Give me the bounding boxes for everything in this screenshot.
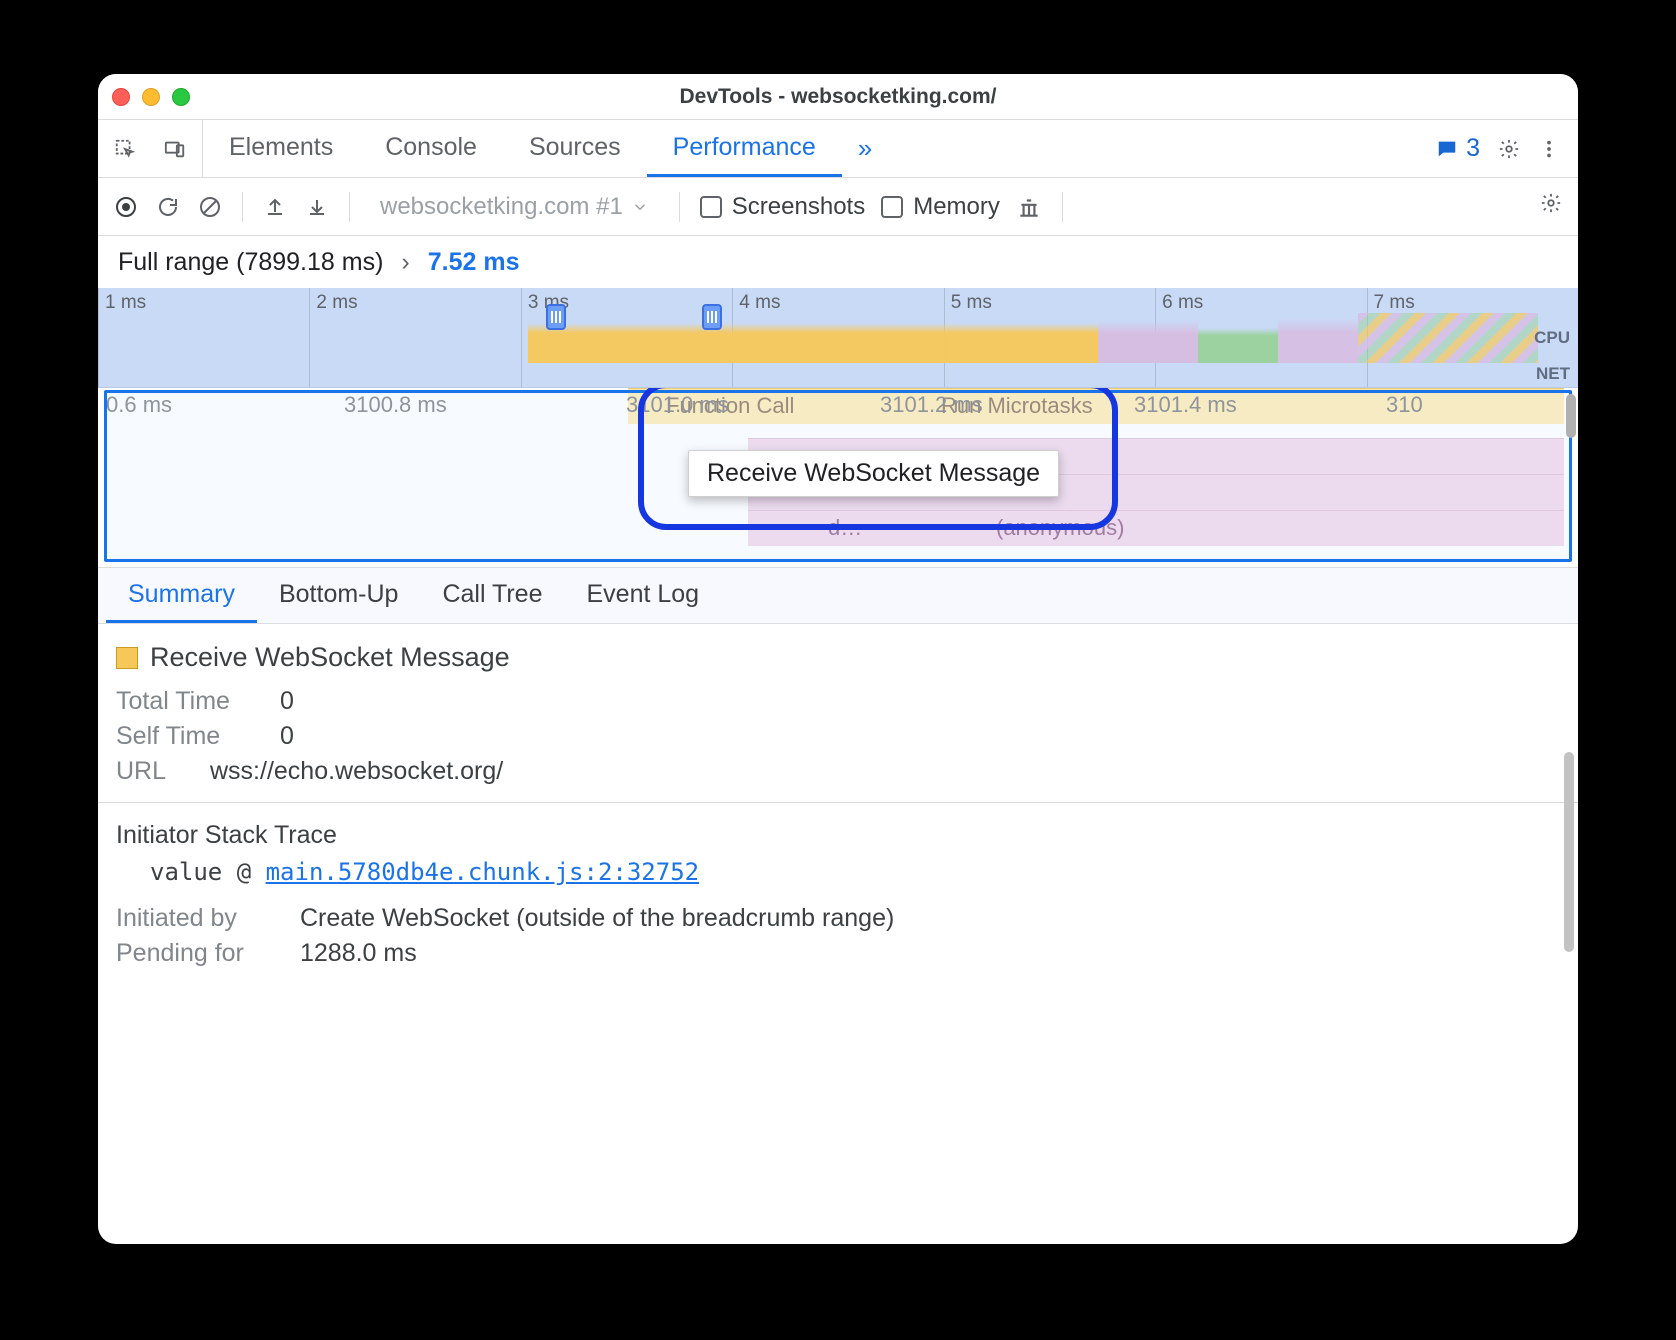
details-tab-eventlog[interactable]: Event Log <box>565 568 722 623</box>
capture-settings-icon[interactable] <box>1540 192 1562 214</box>
settings-icon[interactable] <box>1498 138 1520 160</box>
tab-sources[interactable]: Sources <box>503 120 647 177</box>
checkbox-box <box>700 196 722 218</box>
self-time-label: Self Time <box>116 722 256 751</box>
stack-fn: value <box>150 858 222 886</box>
scrollbar-thumb[interactable] <box>1566 394 1576 438</box>
checkbox-box <box>881 196 903 218</box>
summary-scrollbar[interactable] <box>1562 746 1576 1232</box>
scrollbar-thumb[interactable] <box>1564 752 1574 952</box>
ruler-tick: 3101.2 ms <box>880 392 983 418</box>
summary-event-name: Receive WebSocket Message <box>150 642 510 673</box>
summary-event-title: Receive WebSocket Message <box>116 642 1560 673</box>
inspect-element-icon[interactable] <box>114 138 136 160</box>
flame-event-d: d… <box>820 511 870 545</box>
overview-handle-right[interactable] <box>702 304 722 330</box>
overview-handle-left[interactable] <box>546 304 566 330</box>
pending-for-label: Pending for <box>116 939 276 968</box>
color-swatch-icon <box>116 647 138 669</box>
stack-trace-title: Initiator Stack Trace <box>116 821 1560 850</box>
kebab-menu-icon[interactable] <box>1538 138 1560 160</box>
ruler-tick: 3101.4 ms <box>1134 392 1237 418</box>
window-title: DevTools - websocketking.com/ <box>98 85 1578 109</box>
overview-tick: 2 ms <box>309 288 520 387</box>
clear-icon[interactable] <box>198 195 222 219</box>
record-button-icon[interactable] <box>114 195 138 219</box>
range-breadcrumb[interactable]: Full range (7899.18 ms) › 7.52 ms <box>98 236 1578 288</box>
recording-selector-label: websocketking.com #1 <box>380 193 623 221</box>
overview-tick: 1 ms <box>98 288 309 387</box>
details-tab-bottomup[interactable]: Bottom-Up <box>257 568 420 623</box>
overview-cpu-label: CPU <box>1534 328 1570 348</box>
initiated-by-value: Create WebSocket (outside of the breadcr… <box>300 904 894 933</box>
performance-toolbar: websocketking.com #1 Screenshots Memory <box>98 178 1578 236</box>
flame-chart[interactable]: Function Call Run Microtasks d… (anonymo… <box>98 388 1578 568</box>
details-tabs: Summary Bottom-Up Call Tree Event Log <box>98 568 1578 624</box>
memory-label: Memory <box>913 193 1000 221</box>
flame-scrollbar[interactable] <box>1564 394 1578 561</box>
url-value: wss://echo.websocket.org/ <box>210 757 503 786</box>
flame-tooltip-text: Receive WebSocket Message <box>707 459 1040 487</box>
overview-net-label: NET <box>1536 364 1570 384</box>
more-tabs-button[interactable]: » <box>842 120 888 177</box>
panel-tabstrip: Elements Console Sources Performance » 3 <box>98 120 1578 178</box>
stack-at: @ <box>237 858 251 886</box>
memory-checkbox[interactable]: Memory <box>881 193 1000 221</box>
flame-event-anon: (anonymous) <box>988 511 1132 545</box>
total-time-label: Total Time <box>116 687 256 716</box>
title-bar: DevTools - websocketking.com/ <box>98 74 1578 120</box>
upload-profile-icon[interactable] <box>263 195 287 219</box>
initiated-by-label: Initiated by <box>116 904 276 933</box>
reload-record-icon[interactable] <box>156 195 180 219</box>
screenshots-checkbox[interactable]: Screenshots <box>700 193 865 221</box>
message-icon <box>1436 138 1458 160</box>
stack-source-link[interactable]: main.5780db4e.chunk.js:2:32752 <box>266 858 699 886</box>
zoomed-range-label: 7.52 ms <box>428 248 520 277</box>
pending-for-value: 1288.0 ms <box>300 939 417 968</box>
tab-elements[interactable]: Elements <box>203 120 359 177</box>
ruler-tick: 0.6 ms <box>106 392 172 418</box>
tab-performance[interactable]: Performance <box>647 120 842 177</box>
timeline-overview[interactable]: 1 ms 2 ms 3 ms 4 ms 5 ms 6 ms 7 ms CPU N… <box>98 288 1578 388</box>
device-toolbar-icon[interactable] <box>164 138 186 160</box>
details-tab-calltree[interactable]: Call Tree <box>420 568 564 623</box>
devtools-window: DevTools - websocketking.com/ Elements C… <box>98 74 1578 1244</box>
issues-badge[interactable]: 3 <box>1436 134 1480 163</box>
panel-tabs: Elements Console Sources Performance <box>203 120 842 177</box>
flame-tooltip: Receive WebSocket Message <box>688 450 1059 497</box>
issues-count: 3 <box>1466 134 1480 163</box>
screenshots-label: Screenshots <box>732 193 865 221</box>
ruler-tick: 310 <box>1386 392 1423 418</box>
chevron-right-icon: › <box>401 248 409 277</box>
flame-ruler: 0.6 ms 3100.8 ms 3101.0 ms 3101.2 ms 310… <box>98 392 1578 420</box>
details-tab-summary[interactable]: Summary <box>106 568 257 623</box>
self-time-value: 0 <box>280 722 294 751</box>
download-profile-icon[interactable] <box>305 195 329 219</box>
url-label: URL <box>116 757 186 786</box>
collect-garbage-icon[interactable] <box>1016 194 1042 220</box>
ruler-tick: 3101.0 ms <box>626 392 729 418</box>
full-range-label: Full range (7899.18 ms) <box>118 248 383 277</box>
chevron-down-icon <box>631 198 649 216</box>
recording-selector[interactable]: websocketking.com #1 <box>370 191 659 223</box>
tab-console[interactable]: Console <box>359 120 503 177</box>
stack-trace-line: value @ main.5780db4e.chunk.js:2:32752 <box>116 858 1560 886</box>
summary-panel: Receive WebSocket Message Total Time 0 Se… <box>98 624 1578 992</box>
total-time-value: 0 <box>280 687 294 716</box>
overview-cpu-graph <box>528 313 1566 363</box>
ruler-tick: 3100.8 ms <box>344 392 447 418</box>
